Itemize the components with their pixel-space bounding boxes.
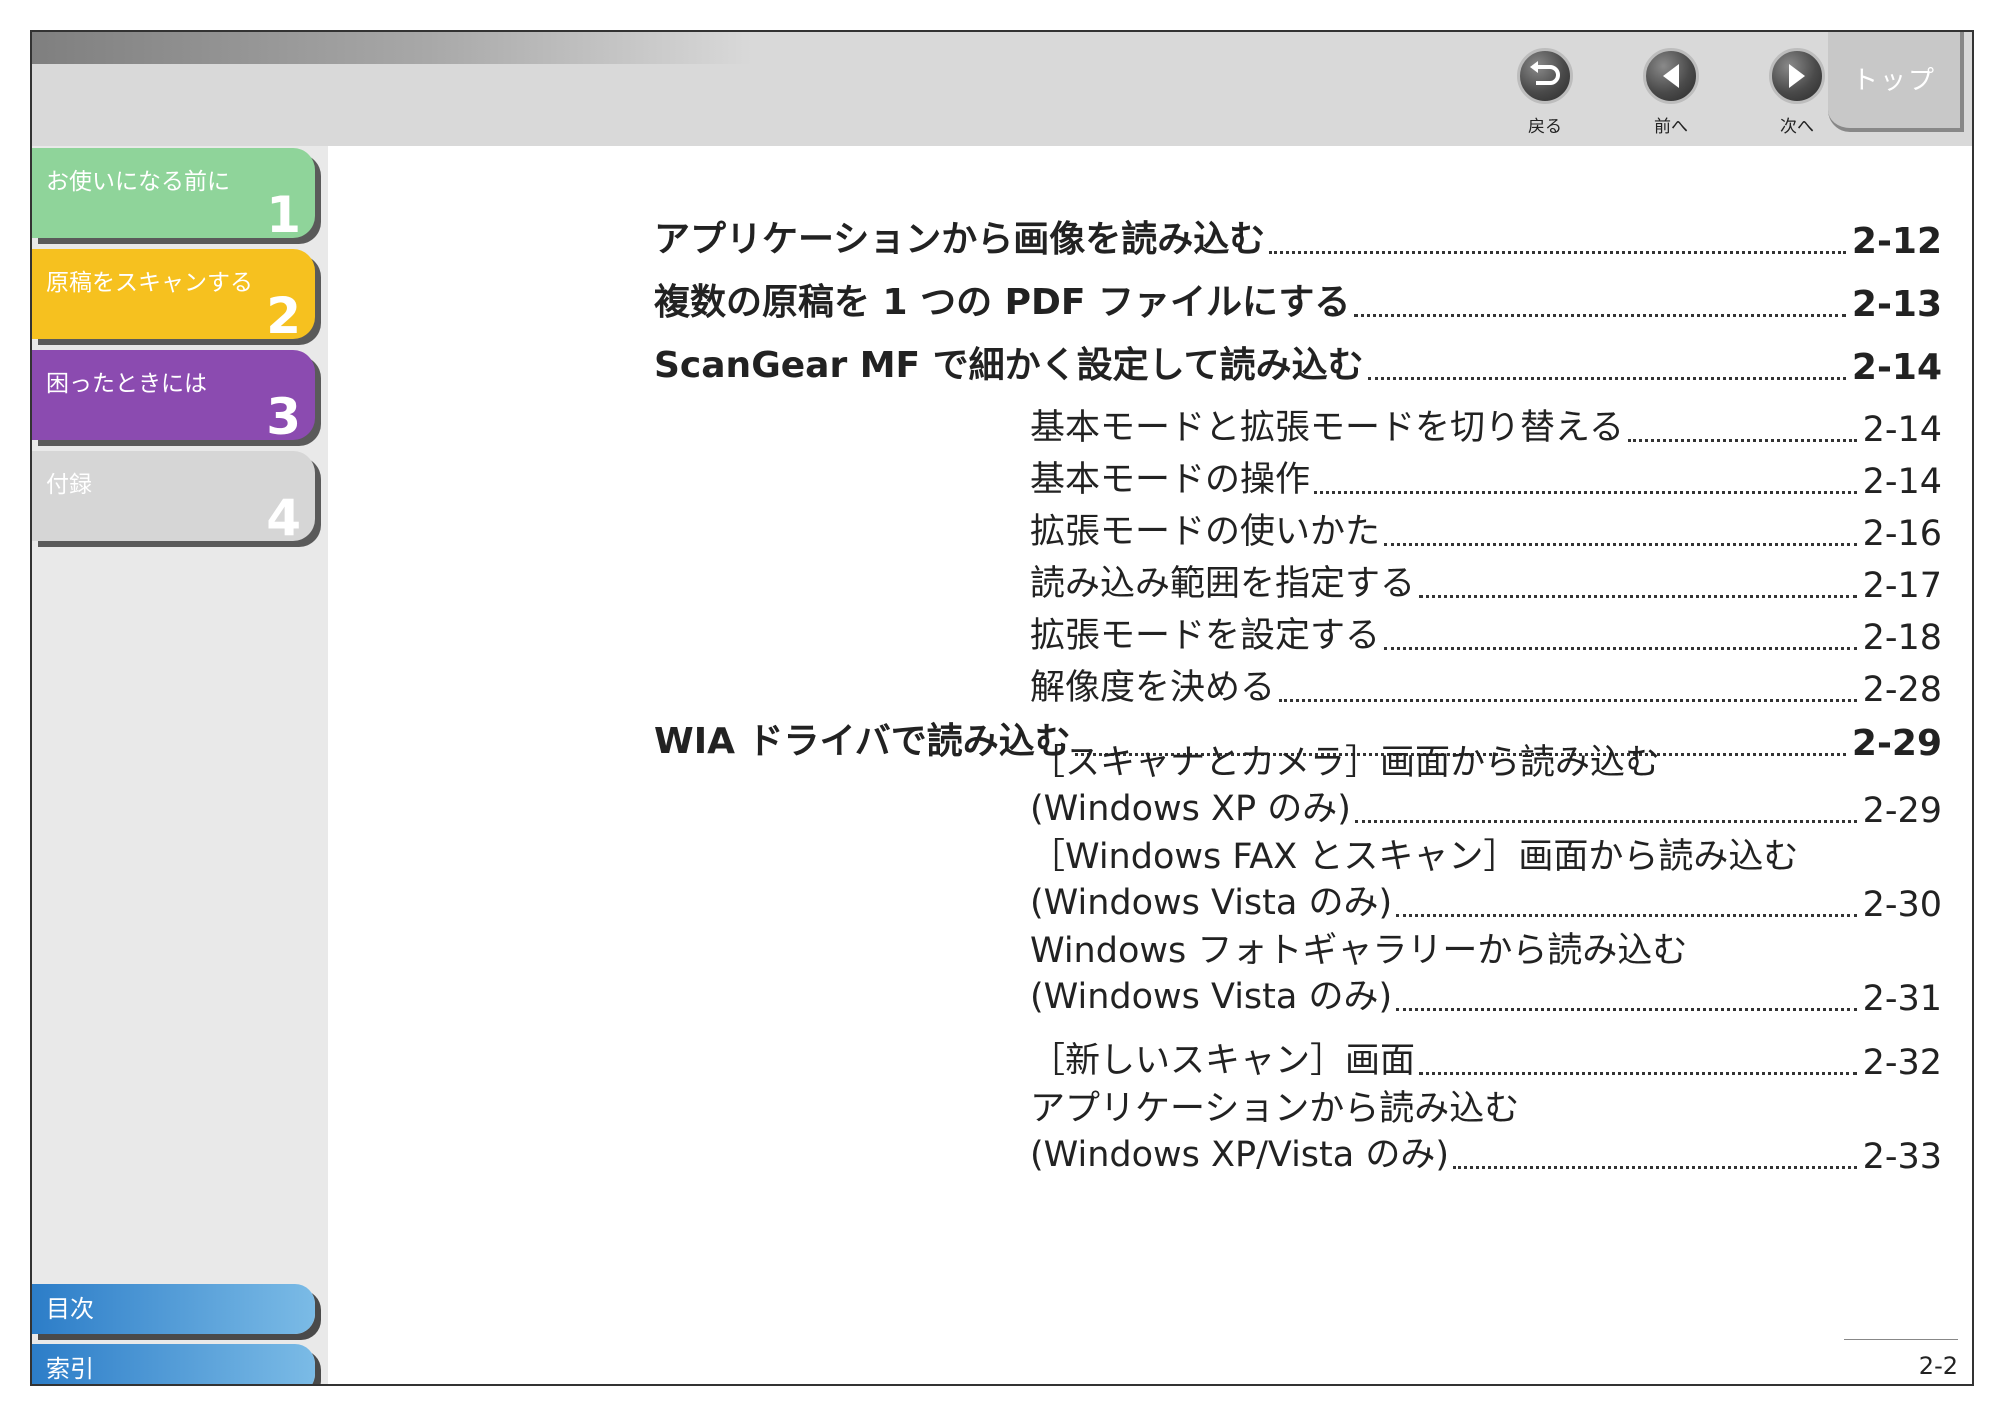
dot-leader (1354, 314, 1846, 317)
top-button[interactable]: トップ (1828, 32, 1964, 132)
dot-leader (1314, 491, 1857, 494)
dot-leader (1279, 699, 1857, 702)
chapter-title: 付録 (46, 472, 92, 498)
page-number-rule (1844, 1339, 1958, 1340)
prev-arrow-icon (1643, 48, 1699, 104)
toc-entry-main[interactable]: 複数の原稿を 1 つの PDF ファイルにする 2-13 (654, 273, 1942, 325)
toc-entry-page: 2-29 (1851, 723, 1942, 764)
toc-entry-title: 拡張モードの使いかた (1030, 512, 1381, 552)
toc-entry-title: (Windows XP/Vista のみ) (1030, 1135, 1449, 1175)
next-arrow-icon (1769, 48, 1825, 104)
chapter-title: お使いになる前に (46, 169, 230, 195)
toolbar-gradient (32, 32, 752, 64)
toc-entry-sub[interactable]: 拡張モードを設定する 2-18 (1030, 607, 1942, 658)
toc-entry-title: (Windows Vista のみ) (1030, 883, 1393, 923)
dot-leader (1419, 1072, 1857, 1075)
toc-entry-sub[interactable]: (Windows XP/Vista のみ) 2-33 (1030, 1126, 1942, 1177)
toc-entry-main[interactable]: アプリケーションから画像を読み込む 2-12 (654, 210, 1942, 262)
dot-leader (1627, 439, 1857, 442)
dot-leader (1367, 377, 1846, 380)
toc-entry-title-line[interactable]: Windows フォトギャラリーから読み込む (1030, 922, 1687, 973)
toc-entry-title: ［新しいスキャン］画面 (1030, 1041, 1416, 1081)
toc-entry-title: 拡張モードを設定する (1030, 616, 1381, 656)
back-icon (1517, 48, 1573, 104)
toc-entry-title: (Windows XP のみ) (1030, 789, 1351, 829)
dot-leader (1396, 914, 1857, 917)
chapter-tab-1[interactable]: お使いになる前に 1 (32, 148, 315, 244)
toc-entry-sub[interactable]: (Windows XP のみ) 2-29 (1030, 780, 1942, 831)
toc-entry-page: 2-14 (1851, 347, 1942, 388)
toc-entry-sub[interactable]: (Windows Vista のみ) 2-30 (1030, 874, 1942, 925)
toc-entry-title: 基本モードの操作 (1030, 460, 1311, 500)
toc-entry-title: ScanGear MF で細かく設定して読み込む (654, 345, 1364, 386)
chapter-number: 4 (266, 489, 301, 547)
chapter-title: 困ったときには (46, 371, 207, 397)
chapter-tab-2[interactable]: 原稿をスキャンする 2 (32, 249, 315, 345)
top-toolbar: 戻る 前へ 次へ トップ (32, 32, 1972, 146)
chapter-number: 2 (266, 287, 301, 345)
toc-entry-page: 2-30 (1862, 885, 1942, 925)
toc-entry-main[interactable]: ScanGear MF で細かく設定して読み込む 2-14 (654, 336, 1942, 388)
toc-entry-page: 2-13 (1851, 284, 1942, 325)
chapter-number: 3 (266, 388, 301, 446)
back-button[interactable]: 戻る (1500, 48, 1590, 137)
toc-entry-title: アプリケーションから画像を読み込む (654, 219, 1266, 260)
toc-entry-sub[interactable]: 読み込み範囲を指定する 2-17 (1030, 555, 1942, 606)
toc-entry-title: (Windows Vista のみ) (1030, 977, 1393, 1017)
toc-entry-title: WIA ドライバで読み込む (654, 721, 1071, 762)
toc-entry-sub[interactable]: (Windows Vista のみ) 2-31 (1030, 968, 1942, 1019)
toc-entry-page: 2-32 (1862, 1043, 1942, 1083)
prev-label: 前へ (1654, 117, 1688, 137)
chapter-tab-4[interactable]: 付録 4 (32, 451, 315, 547)
dot-leader (1452, 1166, 1857, 1169)
chapter-title: 原稿をスキャンする (46, 270, 253, 296)
toc-entry-page: 2-29 (1862, 791, 1942, 831)
toc-entry-sub[interactable]: ［新しいスキャン］画面 2-32 (1030, 1032, 1942, 1083)
manual-page: 戻る 前へ 次へ トップ お使いになる前に 1 原稿をスキャンする 2 困ったと… (30, 30, 1974, 1386)
chapter-number: 1 (266, 186, 301, 244)
toc-entry-page: 2-17 (1862, 566, 1942, 606)
contents-button[interactable]: 目次 (32, 1284, 315, 1334)
index-button[interactable]: 索引 (32, 1344, 315, 1384)
toc-entry-sub[interactable]: 基本モードの操作 2-14 (1030, 451, 1942, 502)
dot-leader (1396, 1008, 1857, 1011)
back-label: 戻る (1528, 117, 1562, 137)
toc-entry-title-line[interactable]: アプリケーションから読み込む (1030, 1080, 1519, 1131)
chapter-sidebar: お使いになる前に 1 原稿をスキャンする 2 困ったときには 3 付録 4 目次… (32, 146, 328, 1384)
toc-entry-title: 複数の原稿を 1 つの PDF ファイルにする (654, 282, 1351, 323)
toc-entry-page: 2-16 (1862, 514, 1942, 554)
toc-entry-title-line[interactable]: ［スキャナとカメラ］画面から読み込む (1030, 734, 1660, 785)
dot-leader (1384, 543, 1857, 546)
dot-leader (1384, 647, 1857, 650)
dot-leader (1269, 251, 1846, 254)
page-number: 2-2 (1918, 1352, 1958, 1380)
toc-entry-page: 2-33 (1862, 1137, 1942, 1177)
toc-entry-sub[interactable]: 解像度を決める 2-28 (1030, 659, 1942, 710)
toc-entry-title: 解像度を決める (1030, 668, 1276, 708)
dot-leader (1419, 595, 1857, 598)
toc-entry-page: 2-31 (1862, 979, 1942, 1019)
toc-entry-page: 2-12 (1851, 221, 1942, 262)
toc-entry-sub[interactable]: 拡張モードの使いかた 2-16 (1030, 503, 1942, 554)
chapter-tab-3[interactable]: 困ったときには 3 (32, 350, 315, 446)
toc-entry-sub[interactable]: 基本モードと拡張モードを切り替える 2-14 (1030, 399, 1942, 450)
toc-entry-title: 読み込み範囲を指定する (1030, 564, 1416, 604)
toc-entry-title: 基本モードと拡張モードを切り替える (1030, 408, 1624, 448)
toc-entry-page: 2-28 (1862, 670, 1942, 710)
toc-entry-page: 2-14 (1862, 462, 1942, 502)
prev-button[interactable]: 前へ (1626, 48, 1716, 137)
toc-entry-page: 2-18 (1862, 618, 1942, 658)
dot-leader (1354, 820, 1857, 823)
toc-entry-page: 2-14 (1862, 410, 1942, 450)
toc-entry-title-line[interactable]: ［Windows FAX とスキャン］画面から読み込む (1030, 828, 1798, 879)
